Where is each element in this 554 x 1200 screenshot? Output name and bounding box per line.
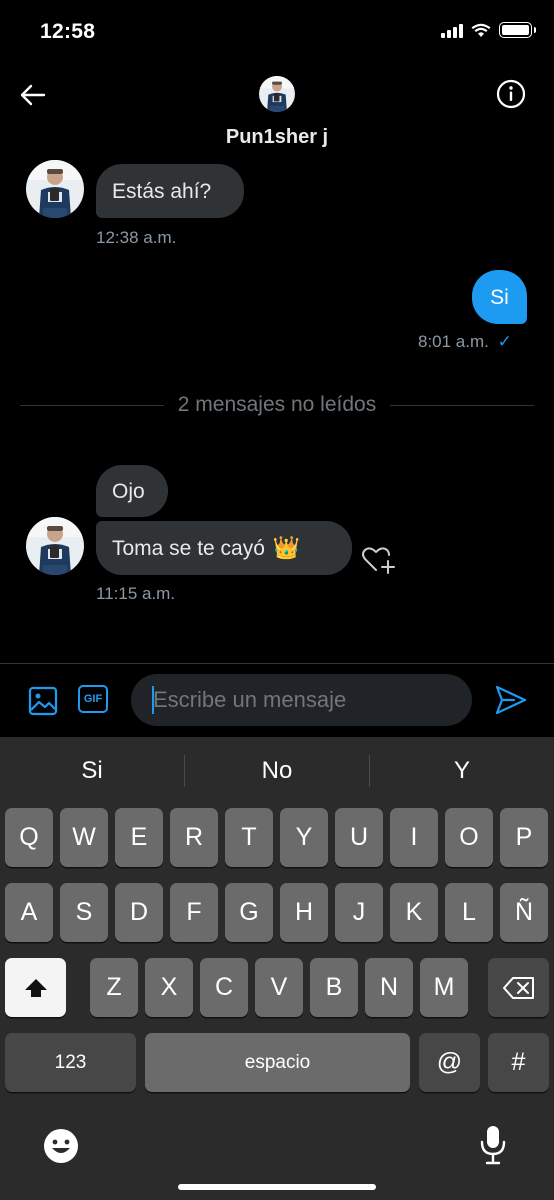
message-timestamp: 8:01 a.m. ✓ xyxy=(418,332,512,352)
backspace-icon xyxy=(502,976,534,999)
key-a[interactable]: A xyxy=(5,883,53,942)
message-text: Ojo xyxy=(112,479,145,503)
key-n[interactable]: N xyxy=(365,958,413,1017)
message-bubble-outgoing[interactable]: Si xyxy=(472,270,527,324)
battery-icon xyxy=(499,22,536,38)
key-k[interactable]: K xyxy=(390,883,438,942)
key-l[interactable]: L xyxy=(445,883,493,942)
crown-emoji: 👑 xyxy=(272,535,301,560)
status-time: 12:58 xyxy=(40,20,96,43)
key-y[interactable]: Y xyxy=(280,808,328,867)
message-text: Si xyxy=(490,285,509,309)
conversation-info-button[interactable] xyxy=(496,79,526,109)
sender-avatar[interactable] xyxy=(26,160,84,218)
wifi-icon xyxy=(471,23,491,37)
header-avatar[interactable] xyxy=(259,76,295,112)
key-q[interactable]: Q xyxy=(5,808,53,867)
avatar-image xyxy=(259,76,295,112)
back-button[interactable] xyxy=(16,78,50,112)
key-m[interactable]: M xyxy=(420,958,468,1017)
key-ñ[interactable]: Ñ xyxy=(500,883,548,942)
send-button[interactable] xyxy=(494,684,528,716)
message-bubble-incoming[interactable]: Estás ahí? xyxy=(96,164,244,218)
key-x[interactable]: X xyxy=(145,958,193,1017)
backspace-key[interactable] xyxy=(488,958,549,1017)
message-input[interactable] xyxy=(131,674,472,726)
space-key[interactable]: espacio xyxy=(145,1033,410,1092)
message-time: 8:01 a.m. xyxy=(418,332,489,351)
status-icons xyxy=(441,22,536,38)
key-r[interactable]: R xyxy=(170,808,218,867)
add-image-button[interactable] xyxy=(28,686,60,718)
gif-button[interactable]: GIF xyxy=(78,685,108,713)
text-cursor xyxy=(152,686,154,714)
hash-key[interactable]: # xyxy=(488,1033,549,1092)
suggestion-3[interactable]: Y xyxy=(370,737,554,805)
message-timestamp: 12:38 a.m. xyxy=(96,228,177,247)
contact-name[interactable]: Pun1sher j xyxy=(0,126,554,149)
home-indicator xyxy=(178,1184,376,1190)
divider-line xyxy=(20,404,164,406)
key-v[interactable]: V xyxy=(255,958,303,1017)
key-p[interactable]: P xyxy=(500,808,548,867)
key-c[interactable]: C xyxy=(200,958,248,1017)
unread-divider: 2 mensajes no leídos xyxy=(20,392,534,418)
key-h[interactable]: H xyxy=(280,883,328,942)
cell-signal-icon xyxy=(441,23,463,38)
divider-line xyxy=(390,404,534,406)
key-t[interactable]: T xyxy=(225,808,273,867)
key-b[interactable]: B xyxy=(310,958,358,1017)
read-checkmark-icon: ✓ xyxy=(497,332,512,351)
key-g[interactable]: G xyxy=(225,883,273,942)
emoji-icon xyxy=(44,1129,78,1163)
key-o[interactable]: O xyxy=(445,808,493,867)
unread-count-label: 2 mensajes no leídos xyxy=(177,393,377,416)
shift-icon xyxy=(24,978,47,997)
at-key[interactable]: @ xyxy=(419,1033,480,1092)
avatar-image xyxy=(26,517,84,575)
message-bubble-incoming[interactable]: Ojo xyxy=(96,465,168,517)
numbers-key[interactable]: 123 xyxy=(5,1033,136,1092)
key-i[interactable]: I xyxy=(390,808,438,867)
key-d[interactable]: D xyxy=(115,883,163,942)
key-e[interactable]: E xyxy=(115,808,163,867)
message-timestamp: 11:15 a.m. xyxy=(96,584,176,603)
suggestion-1[interactable]: Si xyxy=(0,737,184,805)
key-j[interactable]: J xyxy=(335,883,383,942)
key-z[interactable]: Z xyxy=(90,958,138,1017)
key-f[interactable]: F xyxy=(170,883,218,942)
info-icon xyxy=(496,79,526,109)
suggestion-bar: Si No Y xyxy=(0,737,554,805)
message-text: Estás ahí? xyxy=(112,179,212,203)
key-w[interactable]: W xyxy=(60,808,108,867)
emoji-keyboard-button[interactable] xyxy=(42,1127,80,1170)
message-text: Toma se te cayó xyxy=(112,536,265,560)
key-s[interactable]: S xyxy=(60,883,108,942)
message-bubble-incoming[interactable]: Toma se te cayó 👑 xyxy=(96,521,352,575)
suggestion-2[interactable]: No xyxy=(185,737,369,805)
back-arrow-icon xyxy=(20,84,46,106)
image-icon xyxy=(28,686,58,716)
microphone-icon xyxy=(480,1126,506,1165)
status-bar: 12:58 xyxy=(0,0,554,64)
sender-avatar[interactable] xyxy=(26,517,84,575)
dictation-button[interactable] xyxy=(479,1124,507,1171)
send-icon xyxy=(495,685,527,715)
add-reaction-button[interactable] xyxy=(360,543,396,575)
key-u[interactable]: U xyxy=(335,808,383,867)
avatar-image xyxy=(26,160,84,218)
shift-key[interactable] xyxy=(5,958,66,1017)
add-reaction-icon xyxy=(362,547,395,574)
gif-icon: GIF xyxy=(83,693,103,705)
